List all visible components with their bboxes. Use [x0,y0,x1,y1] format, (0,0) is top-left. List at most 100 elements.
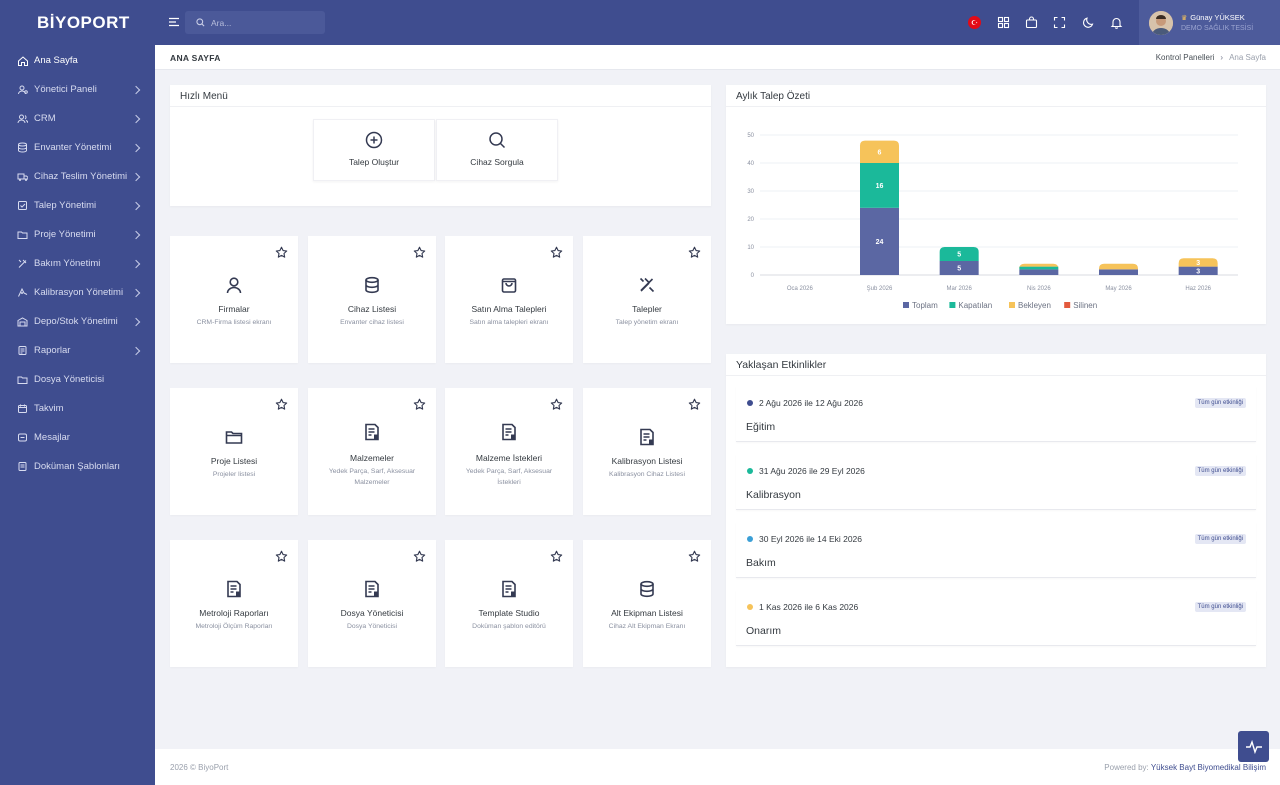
tile-kalibrasyon-listesi[interactable]: Kalibrasyon Listesi Kalibrasyon Cihaz Lis… [583,388,711,515]
query-device-button[interactable]: Cihaz Sorgula [436,119,558,181]
search-icon [489,132,506,149]
event-item[interactable]: 31 Ağu 2026 ile 29 Eyl 2026 Tüm gün etkin… [736,454,1256,510]
user-menu[interactable]: ♛ Günay YÜKSEK DEMO SAĞLIK TESİSİ [1139,0,1280,45]
tile-sat-n-alma-talepleri[interactable]: Satın Alma Talepleri Satın alma talepleri… [445,236,573,363]
tile-proje-listesi[interactable]: Proje Listesi Projeler listesi [170,388,298,515]
report-icon [17,345,28,356]
fullscreen-icon[interactable] [1053,16,1066,29]
sidebar-item-database[interactable]: Envanter Yönetimi [0,133,155,162]
sidebar: BİYOPORT Ana Sayfa Yönetici Paneli CRM Enva… [0,0,155,785]
bar-data-label: 3 [1196,260,1200,267]
tile-malzemeler[interactable]: Malzemeler Yedek Parça, Sarf, Aksesuar Ma… [308,388,436,515]
footer-company-link[interactable]: Yüksek Bayt Biyomedikal Bilişim [1151,763,1266,772]
menu-toggle-icon[interactable] [168,16,180,28]
footer-copyright: 2026 © BiyoPort [170,763,229,772]
sidebar-item-folder-open[interactable]: Dosya Yöneticisi [0,365,155,394]
tile-dosya-y-neticisi[interactable]: Dosya Yöneticisi Dosya Yöneticisi [308,540,436,667]
tile-talepler[interactable]: Talepler Talep yönetim ekranı [583,236,711,363]
bar-data-label: 5 [957,266,961,273]
activity-fab-button[interactable] [1238,731,1269,762]
search-input[interactable] [211,17,311,28]
bar-segment [1019,266,1059,270]
sidebar-item-calendar[interactable]: Takvim [0,394,155,423]
search-box[interactable] [185,11,325,34]
tile-cihaz-listesi[interactable]: Cihaz Listesi Envanter cihaz listesi [308,236,436,363]
footer: 2026 © BiyoPort Powered by: Yüksek Bayt … [155,749,1280,785]
favorite-star-icon[interactable] [275,550,288,563]
favorite-star-icon[interactable] [688,550,701,563]
pulse-icon [1245,739,1262,754]
tile-firmalar[interactable]: Firmalar CRM-Firma listesi ekranı [170,236,298,363]
sidebar-item-label: Envanter Yönetimi [34,142,112,153]
sidebar-item-tools[interactable]: Bakım Yönetimi [0,249,155,278]
user-role: DEMO SAĞLIK TESİSİ [1181,25,1254,32]
create-request-button[interactable]: Talep Oluştur [313,119,435,181]
tile-title: Malzemeler [350,453,394,463]
folder-open-icon [17,374,28,385]
favorite-star-icon[interactable] [550,398,563,411]
x-tick-label: Haz 2026 [1185,286,1211,292]
y-tick-label: 30 [747,189,754,195]
breadcrumb: Kontrol Panelleri › Ana Sayfa [1156,53,1266,62]
favorite-star-icon[interactable] [413,398,426,411]
crown-icon: ♛ [1181,14,1188,22]
all-day-badge: Tüm gün etkinliği [1194,466,1246,476]
flag-tr-icon[interactable] [968,16,981,29]
shopping-bag-icon[interactable] [1025,16,1038,29]
footer-powered-prefix: Powered by: [1104,763,1149,772]
sidebar-item-label: Bakım Yönetimi [34,258,101,269]
gauge-icon [17,287,28,298]
legend-swatch [1009,302,1015,308]
chevron-right-icon [131,259,141,268]
favorite-star-icon[interactable] [688,398,701,411]
apps-grid-icon[interactable] [997,16,1010,29]
x-tick-label: Nis 2026 [1027,286,1051,292]
y-tick-label: 0 [751,273,755,279]
favorite-star-icon[interactable] [550,246,563,259]
tile-metroloji-raporlar-[interactable]: Metroloji Raporları Metroloji Ölçüm Rapor… [170,540,298,667]
search-icon [196,18,205,27]
event-item[interactable]: 1 Kas 2026 ile 6 Kas 2026 Tüm gün etkinli… [736,590,1256,646]
breadcrumb-link[interactable]: Kontrol Panelleri [1156,53,1215,62]
event-item[interactable]: 2 Ağu 2026 ile 12 Ağu 2026 Tüm gün etkinl… [736,386,1256,442]
moon-icon[interactable] [1082,16,1095,29]
tile-alt-ekipman-listesi[interactable]: Alt Ekipman Listesi Cihaz Alt Ekipman Ekr… [583,540,711,667]
sidebar-item-checkbox[interactable]: Talep Yönetimi [0,191,155,220]
favorite-star-icon[interactable] [275,246,288,259]
sidebar-item-warehouse[interactable]: Depo/Stok Yönetimi [0,307,155,336]
bell-icon[interactable] [1110,16,1123,29]
sidebar-item-truck[interactable]: Cihaz Teslim Yönetimi [0,162,155,191]
sidebar-item-home[interactable]: Ana Sayfa [0,46,155,75]
legend-label: Toplam [912,301,938,310]
tile-template-studio[interactable]: Template Studio Doküman şablon editörü [445,540,573,667]
users-icon [17,113,28,124]
tile-malzeme-i-stekleri[interactable]: Malzeme İstekleri Yedek Parça, Sarf, Akse… [445,388,573,515]
footer-powered: Powered by: Yüksek Bayt Biyomedikal Bili… [1104,763,1266,772]
sidebar-item-label: Proje Yönetimi [34,229,96,240]
monthly-request-chart-card: Aylık Talep Özeti 0 10 20 30 40 50 Oca 2026 Şub… [726,85,1266,324]
sidebar-item-report[interactable]: Raporlar [0,336,155,365]
favorite-star-icon[interactable] [413,246,426,259]
chevron-right-icon [131,288,141,297]
app-logo[interactable]: BİYOPORT [0,0,155,46]
tile-title: Proje Listesi [210,456,258,466]
sidebar-item-users[interactable]: CRM [0,104,155,133]
sidebar-item-folder[interactable]: Proje Yönetimi [0,220,155,249]
favorite-star-icon[interactable] [275,398,288,411]
event-item[interactable]: 30 Eyl 2026 ile 14 Eki 2026 Tüm gün etkin… [736,522,1256,578]
document-icon [17,461,28,472]
sidebar-item-gauge[interactable]: Kalibrasyon Yönetimi [0,278,155,307]
favorite-star-icon[interactable] [550,550,563,563]
tile-subtitle: Projeler listesi [212,471,256,478]
tile-subtitle: Doküman şablon editörü [472,623,546,630]
sidebar-item-message[interactable]: Mesajlar [0,423,155,452]
topbar: ♛Günay YÜKSEK DEMO SAĞLIK TESİSİ [155,0,1280,45]
favorite-star-icon[interactable] [413,550,426,563]
truck-icon [17,171,28,182]
page-header: ANA SAYFA Kontrol Panelleri › Ana Sayfa [155,45,1280,70]
bar-segment [1099,269,1138,275]
favorite-star-icon[interactable] [688,246,701,259]
sidebar-item-document[interactable]: Doküman Şablonları [0,452,155,481]
sidebar-item-users-cog[interactable]: Yönetici Paneli [0,75,155,104]
database-icon [640,580,654,598]
